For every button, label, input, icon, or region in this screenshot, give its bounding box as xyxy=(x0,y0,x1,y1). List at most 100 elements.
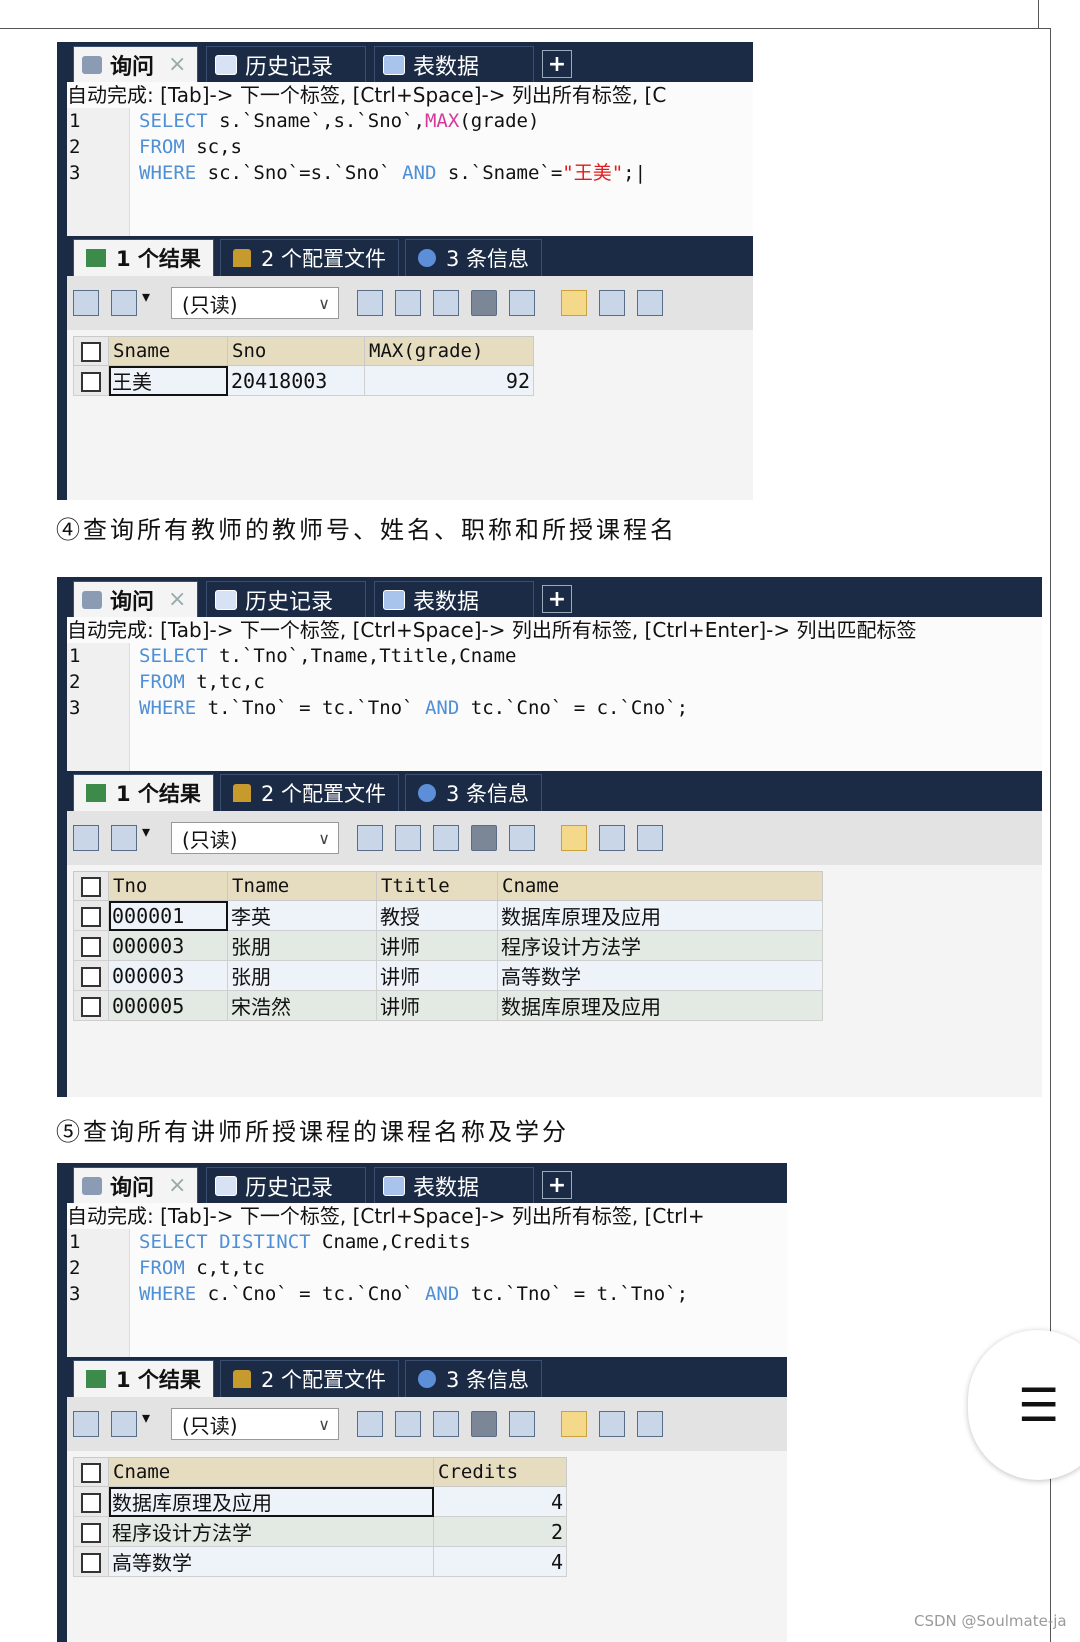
tab-history[interactable]: 历史记录 xyxy=(206,581,366,617)
tab-tabledata[interactable]: 表数据 xyxy=(374,1167,534,1203)
column-header[interactable]: Sno xyxy=(227,336,365,366)
export-icon[interactable] xyxy=(111,825,137,851)
column-header[interactable]: MAX(grade) xyxy=(364,336,534,366)
readonly-select[interactable]: (只读) ∨ xyxy=(171,822,339,854)
delete-icon[interactable] xyxy=(471,825,497,851)
copy-row-icon[interactable] xyxy=(357,825,383,851)
table-cell[interactable]: 数据库原理及应用 xyxy=(108,1486,434,1517)
column-header[interactable]: Ttitle xyxy=(376,871,498,901)
result-tab-2[interactable]: 2 个配置文件 xyxy=(219,1360,399,1397)
tab-tabledata[interactable]: 表数据 xyxy=(374,46,534,82)
table-cell[interactable]: 2 xyxy=(433,1516,567,1547)
select-all-checkbox[interactable] xyxy=(73,1457,109,1487)
add-row-icon[interactable] xyxy=(73,290,99,316)
text-view-icon[interactable] xyxy=(637,825,663,851)
table-cell[interactable]: 讲师 xyxy=(376,960,498,991)
form-view-icon[interactable] xyxy=(599,290,625,316)
duplicate-icon[interactable] xyxy=(395,825,421,851)
column-header[interactable]: Sname xyxy=(108,336,228,366)
row-checkbox[interactable] xyxy=(73,930,109,961)
delete-icon[interactable] xyxy=(471,1411,497,1437)
column-header[interactable]: Cname xyxy=(497,871,823,901)
table-row[interactable]: 000003 张朋 讲师 程序设计方法学 xyxy=(73,930,823,961)
table-cell[interactable]: 教授 xyxy=(376,900,498,931)
table-row[interactable]: 000003 张朋 讲师 高等数学 xyxy=(73,960,823,991)
result-tab-2[interactable]: 2 个配置文件 xyxy=(219,774,399,811)
table-row[interactable]: 数据库原理及应用 4 xyxy=(73,1486,567,1517)
table-cell[interactable]: 92 xyxy=(364,365,534,396)
add-tab-button[interactable]: + xyxy=(542,1171,572,1199)
table-cell[interactable]: 高等数学 xyxy=(497,960,823,991)
readonly-select[interactable]: (只读) ∨ xyxy=(171,1408,339,1440)
table-cell[interactable]: 宋浩然 xyxy=(227,990,377,1021)
tab-query[interactable]: 询问 × xyxy=(73,46,198,82)
add-tab-button[interactable]: + xyxy=(542,585,572,613)
tab-tabledata[interactable]: 表数据 xyxy=(374,581,534,617)
result-tab-2[interactable]: 2 个配置文件 xyxy=(219,239,399,276)
export-icon[interactable] xyxy=(111,1411,137,1437)
row-checkbox[interactable] xyxy=(73,1546,109,1577)
table-cell[interactable]: 高等数学 xyxy=(108,1546,434,1577)
column-header[interactable]: Credits xyxy=(433,1457,567,1487)
table-cell[interactable]: 000003 xyxy=(108,960,228,991)
table-row[interactable]: 000001 李英 教授 数据库原理及应用 xyxy=(73,900,823,931)
result-tab-1[interactable]: 1 个结果 xyxy=(73,1360,214,1397)
save-icon[interactable] xyxy=(433,825,459,851)
menu-button[interactable]: ☰ xyxy=(968,1330,1080,1480)
row-checkbox[interactable] xyxy=(73,1486,109,1517)
table-cell[interactable]: 000005 xyxy=(108,990,228,1021)
refresh-icon[interactable] xyxy=(509,1411,535,1437)
sql-editor[interactable]: 1 SELECT DISTINCT Cname,Credits 2 FROM c,t,… xyxy=(67,1229,787,1357)
result-tab-3[interactable]: 3 条信息 xyxy=(404,774,543,811)
sql-editor[interactable]: 1 SELECT t.`Tno`,Tname,Ttitle,Cname 2 FROM … xyxy=(67,643,1042,771)
row-checkbox[interactable] xyxy=(73,365,109,396)
form-view-icon[interactable] xyxy=(599,1411,625,1437)
table-row[interactable]: 000005 宋浩然 讲师 数据库原理及应用 xyxy=(73,990,823,1021)
tab-history[interactable]: 历史记录 xyxy=(206,1167,366,1203)
result-tab-3[interactable]: 3 条信息 xyxy=(404,239,543,276)
result-tab-1[interactable]: 1 个结果 xyxy=(73,239,214,276)
readonly-select[interactable]: (只读) ∨ xyxy=(171,287,339,319)
save-icon[interactable] xyxy=(433,290,459,316)
table-cell[interactable]: 000001 xyxy=(108,900,228,931)
refresh-icon[interactable] xyxy=(509,290,535,316)
table-cell[interactable]: 张朋 xyxy=(227,960,377,991)
table-cell[interactable]: 李英 xyxy=(227,900,377,931)
add-tab-button[interactable]: + xyxy=(542,50,572,78)
form-view-icon[interactable] xyxy=(599,825,625,851)
result-tab-1[interactable]: 1 个结果 xyxy=(73,774,214,811)
copy-row-icon[interactable] xyxy=(357,290,383,316)
delete-icon[interactable] xyxy=(471,290,497,316)
result-tab-3[interactable]: 3 条信息 xyxy=(404,1360,543,1397)
save-icon[interactable] xyxy=(433,1411,459,1437)
table-cell[interactable]: 数据库原理及应用 xyxy=(497,900,823,931)
grid-view-icon[interactable] xyxy=(561,1411,587,1437)
close-icon[interactable]: × xyxy=(168,1173,186,1198)
table-cell[interactable]: 讲师 xyxy=(376,930,498,961)
table-cell[interactable]: 20418003 xyxy=(227,365,365,396)
row-checkbox[interactable] xyxy=(73,900,109,931)
select-all-checkbox[interactable] xyxy=(73,336,109,366)
column-header[interactable]: Tno xyxy=(108,871,228,901)
tab-query[interactable]: 询问 × xyxy=(73,581,198,617)
text-view-icon[interactable] xyxy=(637,290,663,316)
table-cell[interactable]: 000003 xyxy=(108,930,228,961)
table-cell[interactable]: 王美 xyxy=(108,365,228,396)
grid-view-icon[interactable] xyxy=(561,290,587,316)
add-row-icon[interactable] xyxy=(73,825,99,851)
duplicate-icon[interactable] xyxy=(395,290,421,316)
export-icon[interactable] xyxy=(111,290,137,316)
table-cell[interactable]: 张朋 xyxy=(227,930,377,961)
table-row[interactable]: 王美 20418003 92 xyxy=(73,365,534,396)
table-cell[interactable]: 程序设计方法学 xyxy=(497,930,823,961)
text-view-icon[interactable] xyxy=(637,1411,663,1437)
table-cell[interactable]: 4 xyxy=(433,1486,567,1517)
column-header[interactable]: Cname xyxy=(108,1457,434,1487)
table-cell[interactable]: 讲师 xyxy=(376,990,498,1021)
row-checkbox[interactable] xyxy=(73,960,109,991)
duplicate-icon[interactable] xyxy=(395,1411,421,1437)
column-header[interactable]: Tname xyxy=(227,871,377,901)
sql-editor[interactable]: 1 SELECT s.`Sname`,s.`Sno`,MAX(grade) 2 FRO… xyxy=(67,108,753,236)
tab-query[interactable]: 询问 × xyxy=(73,1167,198,1203)
tab-history[interactable]: 历史记录 xyxy=(206,46,366,82)
